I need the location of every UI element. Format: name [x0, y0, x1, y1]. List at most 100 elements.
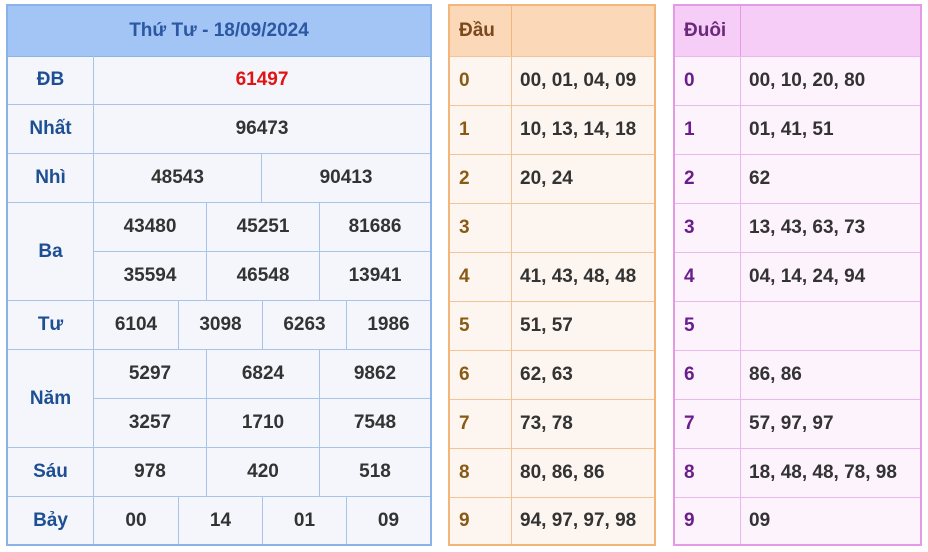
duoi-values: 86, 86 — [749, 364, 802, 385]
dau-values: 94, 97, 97, 98 — [520, 510, 637, 531]
prize-value-sau-2: 420 — [207, 448, 320, 497]
prize-value-ba-3: 81686 — [320, 203, 430, 252]
dau-values: 62, 63 — [520, 364, 573, 385]
duoi-digit: 5 — [675, 302, 741, 350]
dau-row: 6 62, 63 — [450, 350, 654, 399]
prize-value-tu-1: 6104 — [94, 301, 179, 350]
dau-header: Đầu — [450, 6, 654, 56]
dau-digit: 5 — [450, 302, 512, 350]
prize-value-nam-6: 7548 — [320, 399, 430, 448]
duoi-row: 3 13, 43, 63, 73 — [675, 203, 920, 252]
duoi-header-label: Đuôi — [675, 6, 741, 56]
prize-value-sau-1: 978 — [94, 448, 207, 497]
results-title: Thứ Tư - 18/09/2024 — [8, 6, 430, 57]
duoi-digit: 6 — [675, 351, 741, 399]
prize-label-sau: Sáu — [8, 448, 94, 497]
prize-value-nam-5: 1710 — [207, 399, 320, 448]
prize-value-tu-3: 6263 — [263, 301, 347, 350]
duoi-table: Đuôi 0 00, 10, 20, 80 1 01, 41, 51 2 62 3 13… — [673, 4, 922, 546]
prize-value-ba-6: 13941 — [320, 252, 430, 301]
dau-row: 0 00, 01, 04, 09 — [450, 56, 654, 105]
dau-digit: 9 — [450, 498, 512, 544]
dau-row: 8 80, 86, 86 — [450, 448, 654, 497]
dau-values — [512, 204, 520, 252]
dau-values: 41, 43, 48, 48 — [520, 266, 637, 287]
duoi-digit: 2 — [675, 155, 741, 203]
duoi-values: 09 — [749, 510, 771, 531]
duoi-values: 62 — [749, 168, 771, 189]
prize-value-db: 61497 — [94, 56, 430, 105]
dau-row: 7 73, 78 — [450, 399, 654, 448]
prize-value-nhi-2: 90413 — [262, 154, 430, 203]
prize-value-tu-2: 3098 — [179, 301, 263, 350]
prize-label-nhat: Nhất — [8, 105, 94, 154]
prize-label-ba: Ba — [8, 203, 94, 301]
prize-value-sau-3: 518 — [320, 448, 430, 497]
duoi-row: 9 09 — [675, 497, 920, 544]
prize-label-nhi: Nhì — [8, 154, 94, 203]
prize-label-nam: Năm — [8, 350, 94, 448]
dau-values: 20, 24 — [520, 168, 573, 189]
dau-digit: 3 — [450, 204, 512, 252]
results-table: Thứ Tư - 18/09/2024 ĐB 61497 Nhất 96473 … — [6, 4, 432, 546]
duoi-row: 2 62 — [675, 154, 920, 203]
dau-row: 9 94, 97, 97, 98 — [450, 497, 654, 544]
prize-value-bay-1: 00 — [94, 497, 179, 544]
dau-table: Đầu 0 00, 01, 04, 09 1 10, 13, 14, 18 2 20,… — [448, 4, 656, 546]
dau-digit: 7 — [450, 400, 512, 448]
duoi-row: 4 04, 14, 24, 94 — [675, 252, 920, 301]
duoi-digit: 3 — [675, 204, 741, 252]
prize-value-nhi-1: 48543 — [94, 154, 262, 203]
dau-row: 2 20, 24 — [450, 154, 654, 203]
dau-row: 5 51, 57 — [450, 301, 654, 350]
prize-value-nhat: 96473 — [94, 105, 430, 154]
prize-value-nam-4: 3257 — [94, 399, 207, 448]
prize-value-ba-2: 45251 — [207, 203, 320, 252]
duoi-values: 57, 97, 97 — [749, 413, 834, 434]
prize-value-bay-4: 09 — [377, 509, 400, 531]
duoi-digit: 9 — [675, 498, 741, 544]
dau-values: 10, 13, 14, 18 — [520, 119, 637, 140]
prize-label-bay: Bảy — [8, 497, 94, 544]
prize-label-db: ĐB — [8, 56, 94, 105]
duoi-values: 04, 14, 24, 94 — [749, 266, 866, 287]
dau-digit: 0 — [450, 57, 512, 105]
prize-value-tu-4: 1986 — [347, 301, 430, 350]
duoi-digit: 1 — [675, 106, 741, 154]
duoi-values: 00, 10, 20, 80 — [749, 70, 866, 91]
dau-row: 1 10, 13, 14, 18 — [450, 105, 654, 154]
dau-values: 80, 86, 86 — [520, 462, 605, 483]
duoi-row: 7 57, 97, 97 — [675, 399, 920, 448]
dau-digit: 1 — [450, 106, 512, 154]
dau-values: 51, 57 — [520, 315, 573, 336]
dau-row: 3 — [450, 203, 654, 252]
dau-digit: 2 — [450, 155, 512, 203]
duoi-header: Đuôi — [675, 6, 920, 56]
prize-label-tu: Tư — [8, 301, 94, 350]
dau-values: 73, 78 — [520, 413, 573, 434]
duoi-row: 1 01, 41, 51 — [675, 105, 920, 154]
duoi-digit: 4 — [675, 253, 741, 301]
prize-value-nam-1: 5297 — [94, 350, 207, 399]
duoi-values — [741, 302, 749, 350]
duoi-values: 13, 43, 63, 73 — [749, 217, 866, 238]
prize-value-nam-2: 6824 — [207, 350, 320, 399]
prize-value-ba-5: 46548 — [207, 252, 320, 301]
prize-value-ba-1: 43480 — [94, 203, 207, 252]
duoi-row: 8 18, 48, 48, 78, 98 — [675, 448, 920, 497]
duoi-digit: 8 — [675, 449, 741, 497]
dau-digit: 6 — [450, 351, 512, 399]
duoi-digit: 0 — [675, 57, 741, 105]
duoi-row: 0 00, 10, 20, 80 — [675, 56, 920, 105]
prize-value-bay-2: 14 — [179, 497, 263, 544]
duoi-row: 5 — [675, 301, 920, 350]
dau-digit: 4 — [450, 253, 512, 301]
duoi-values: 01, 41, 51 — [749, 119, 834, 140]
duoi-row: 6 86, 86 — [675, 350, 920, 399]
prize-value-bay-3: 01 — [263, 497, 347, 544]
dau-row: 4 41, 43, 48, 48 — [450, 252, 654, 301]
dau-header-label: Đầu — [450, 6, 512, 56]
duoi-values: 18, 48, 48, 78, 98 — [749, 462, 897, 483]
prize-value-nam-3: 9862 — [320, 350, 430, 399]
duoi-digit: 7 — [675, 400, 741, 448]
